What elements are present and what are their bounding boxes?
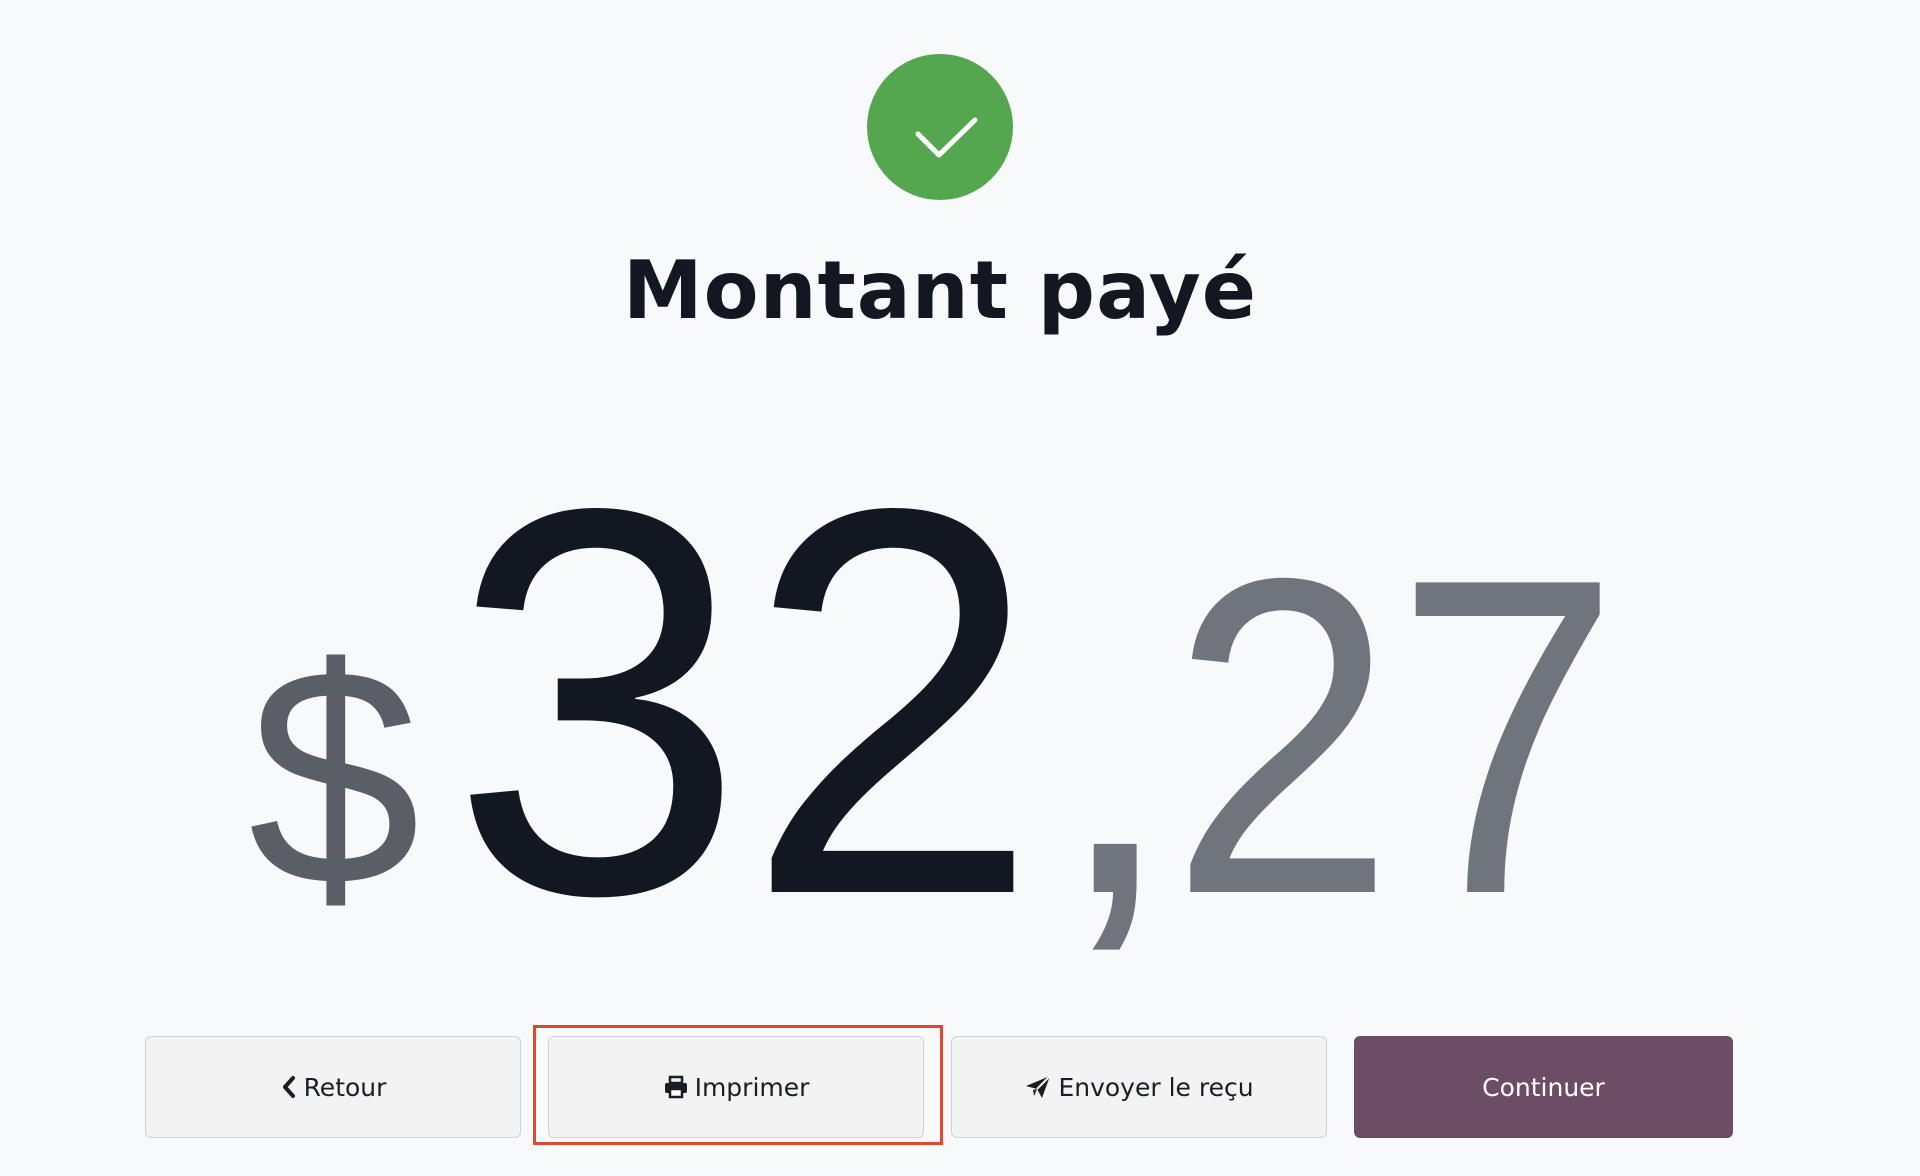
check-circle-icon: [867, 54, 1013, 200]
paper-plane-icon: [1024, 1074, 1052, 1100]
page-title: Montant payé: [623, 244, 1257, 337]
currency-symbol: $: [248, 603, 420, 950]
print-button[interactable]: Imprimer: [548, 1036, 924, 1138]
print-button-label: Imprimer: [694, 1072, 810, 1102]
payment-success-screen: Montant payé $ 32 , 27 Retour Imprimer E…: [0, 0, 1920, 1176]
amount-decimals: 27: [1170, 486, 1620, 960]
amount-paid-display: $ 32 , 27: [0, 394, 1920, 1009]
amount-separator: ,: [1052, 486, 1177, 960]
send-receipt-button-label: Envoyer le reçu: [1058, 1072, 1254, 1102]
amount-integer: 32: [450, 440, 1040, 960]
action-bar: Retour Imprimer Envoyer le reçu Continue…: [145, 1036, 1733, 1140]
back-button-label: Retour: [303, 1072, 387, 1102]
send-receipt-button[interactable]: Envoyer le reçu: [951, 1036, 1327, 1138]
printer-icon: [663, 1075, 689, 1099]
continue-button[interactable]: Continuer: [1354, 1036, 1733, 1138]
back-button[interactable]: Retour: [145, 1036, 521, 1138]
chevron-left-icon: [280, 1075, 298, 1099]
continue-button-label: Continuer: [1482, 1072, 1605, 1102]
